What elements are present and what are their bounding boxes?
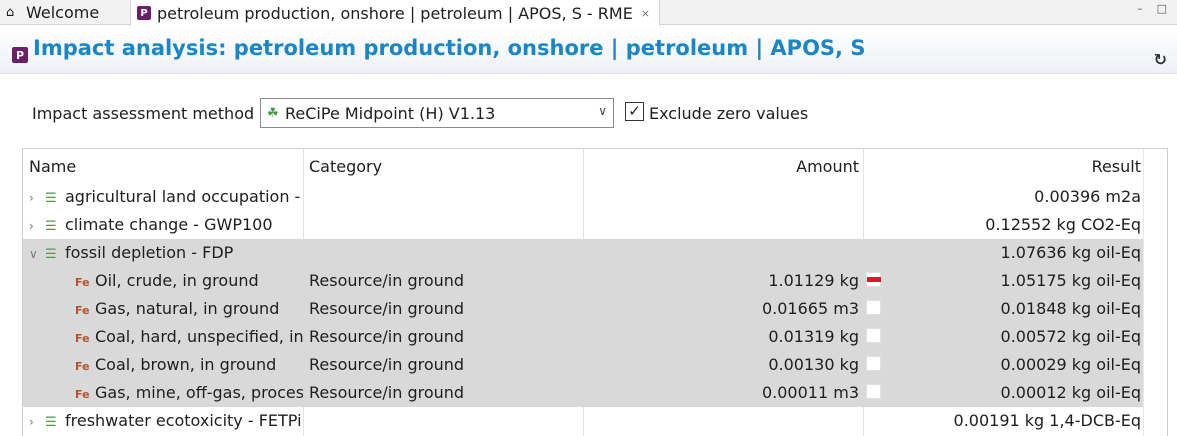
row-category-cell: Resource/in ground xyxy=(309,271,465,290)
row-name-text: Gas, mine, off-gas, proces xyxy=(95,383,303,402)
vertical-scrollbar[interactable] xyxy=(1143,149,1167,436)
row-name-cell: › ☰ agricultural land occupation - xyxy=(29,187,303,206)
row-name-text: Coal, hard, unspecified, in xyxy=(95,327,303,346)
table-row[interactable]: Fe Oil, crude, in ground Resource/in groun… xyxy=(23,267,1167,295)
table-body: › ☰ agricultural land occupation -0.00396 … xyxy=(23,183,1167,435)
chevron-down-icon[interactable]: ∨ xyxy=(598,104,607,118)
row-amount-cell: 0.00011 m3 xyxy=(761,383,859,402)
row-name-text: Oil, crude, in ground xyxy=(95,271,259,290)
row-result-cell: 0.01848 kg oil-Eq xyxy=(1000,299,1141,318)
table-row[interactable]: Fe Gas, mine, off-gas, proces Resource/in … xyxy=(23,379,1167,407)
tab-welcome-label: Welcome xyxy=(26,3,100,22)
row-amount-cell: 0.01665 m3 xyxy=(761,299,859,318)
row-result-cell: 0.00572 kg oil-Eq xyxy=(1000,327,1141,346)
row-name-text: Gas, natural, in ground xyxy=(95,299,280,318)
table-row[interactable]: › ☰ freshwater ecotoxicity - FETPi 0.00191 … xyxy=(23,407,1167,435)
chevron-right-icon[interactable]: › xyxy=(29,415,45,429)
impact-tree-table: Name Category Amount Result › ☰ agricultur… xyxy=(22,148,1168,436)
row-name-cell: › ☰ climate change - GWP100 xyxy=(29,215,303,234)
column-header-amount[interactable]: Amount xyxy=(583,157,859,176)
row-name-text: fossil depletion - FDP xyxy=(65,243,234,262)
impact-category-icon: ☰ xyxy=(45,191,57,206)
column-header-category[interactable]: Category xyxy=(309,157,382,176)
row-result-cell: 0.00012 kg oil-Eq xyxy=(1000,383,1141,402)
row-name-cell: Fe Oil, crude, in ground xyxy=(29,271,303,290)
table-row[interactable]: ∨ ☰ fossil depletion - FDP 1.07636 kg oil-E… xyxy=(23,239,1167,267)
home-icon: ⌂ xyxy=(6,5,15,20)
chevron-down-icon[interactable]: ∨ xyxy=(29,247,45,261)
column-header-name[interactable]: Name xyxy=(29,157,76,176)
row-name-text: Coal, brown, in ground xyxy=(95,355,277,374)
row-amount-cell: 0.01319 kg xyxy=(768,327,859,346)
elementary-flow-icon: Fe xyxy=(75,304,90,317)
tab-welcome[interactable]: ⌂ Welcome xyxy=(6,0,126,25)
row-amount-cell: 1.01129 kg xyxy=(768,271,859,290)
impact-method-icon: ☘ xyxy=(267,106,279,121)
row-result-cell: 0.00029 kg oil-Eq xyxy=(1000,355,1141,374)
table-row[interactable]: Fe Gas, natural, in ground Resource/in gro… xyxy=(23,295,1167,323)
row-category-cell: Resource/in ground xyxy=(309,355,465,374)
row-result-cell: 1.07636 kg oil-Eq xyxy=(1000,243,1141,262)
chevron-right-icon[interactable]: › xyxy=(29,219,45,233)
row-result-cell: 1.05175 kg oil-Eq xyxy=(1000,271,1141,290)
method-selected-value: ReCiPe Midpoint (H) V1.13 xyxy=(285,103,496,123)
table-header: Name Category Amount Result xyxy=(23,149,1167,183)
method-label: Impact assessment method xyxy=(32,104,255,123)
process-icon: P xyxy=(137,6,151,20)
editor-tab-bar: ⌂ Welcome P petroleum production, onshor… xyxy=(0,0,1177,26)
method-dropdown[interactable]: ☘ ReCiPe Midpoint (H) V1.13 ∨ xyxy=(260,98,614,128)
elementary-flow-icon: Fe xyxy=(75,332,90,345)
column-header-result[interactable]: Result xyxy=(865,157,1141,176)
process-icon: P xyxy=(12,47,28,63)
row-category-cell: Resource/in ground xyxy=(309,327,465,346)
impact-category-icon: ☰ xyxy=(45,247,57,262)
row-amount-cell: 0.00130 kg xyxy=(768,355,859,374)
table-row[interactable]: Fe Coal, hard, unspecified, in Resource/in… xyxy=(23,323,1167,351)
row-result-cell: 0.00191 kg 1,4-DCB-Eq xyxy=(953,411,1141,430)
row-name-cell: Fe Coal, hard, unspecified, in xyxy=(29,327,303,346)
exclude-zero-checkbox[interactable]: ✓ xyxy=(625,102,644,121)
impact-category-icon: ☰ xyxy=(45,415,57,430)
table-row[interactable]: › ☰ climate change - GWP100 0.12552 kg CO2-… xyxy=(23,211,1167,239)
table-row[interactable]: Fe Coal, brown, in ground Resource/in grou… xyxy=(23,351,1167,379)
page-title: Impact analysis: petroleum production, o… xyxy=(33,36,866,60)
refresh-icon[interactable]: ↻ xyxy=(1154,50,1167,69)
window-controls: – □ xyxy=(1137,2,1167,15)
minimize-icon[interactable]: – xyxy=(1137,2,1143,15)
elementary-flow-icon: Fe xyxy=(75,360,90,373)
row-name-cell: Fe Gas, natural, in ground xyxy=(29,299,303,318)
tab-process-label: petroleum production, onshore | petroleu… xyxy=(157,3,633,23)
tab-process-analysis[interactable]: P petroleum production, onshore | petrol… xyxy=(130,0,660,26)
row-name-cell: Fe Gas, mine, off-gas, proces xyxy=(29,383,303,402)
row-name-cell: Fe Coal, brown, in ground xyxy=(29,355,303,374)
row-name-cell: › ☰ freshwater ecotoxicity - FETPi xyxy=(29,411,303,430)
row-category-cell: Resource/in ground xyxy=(309,299,465,318)
maximize-icon[interactable]: □ xyxy=(1157,2,1167,15)
row-name-text: agricultural land occupation - xyxy=(65,187,301,206)
chevron-right-icon[interactable]: › xyxy=(29,191,45,205)
elementary-flow-icon: Fe xyxy=(75,276,90,289)
row-name-text: freshwater ecotoxicity - FETPi xyxy=(65,411,302,430)
elementary-flow-icon: Fe xyxy=(75,388,90,401)
row-category-cell: Resource/in ground xyxy=(309,383,465,402)
exclude-zero-label[interactable]: Exclude zero values xyxy=(649,104,808,123)
table-row[interactable]: › ☰ agricultural land occupation - 0.00396 … xyxy=(23,183,1167,211)
row-name-cell: ∨ ☰ fossil depletion - FDP xyxy=(29,243,303,262)
row-name-text: climate change - GWP100 xyxy=(65,215,273,234)
impact-category-icon: ☰ xyxy=(45,219,57,234)
close-icon[interactable]: ⨯ xyxy=(641,7,650,20)
row-result-cell: 0.12552 kg CO2-Eq xyxy=(985,215,1141,234)
row-result-cell: 0.00396 m2a xyxy=(1034,187,1141,206)
page-header: P Impact analysis: petroleum production,… xyxy=(0,26,1177,74)
